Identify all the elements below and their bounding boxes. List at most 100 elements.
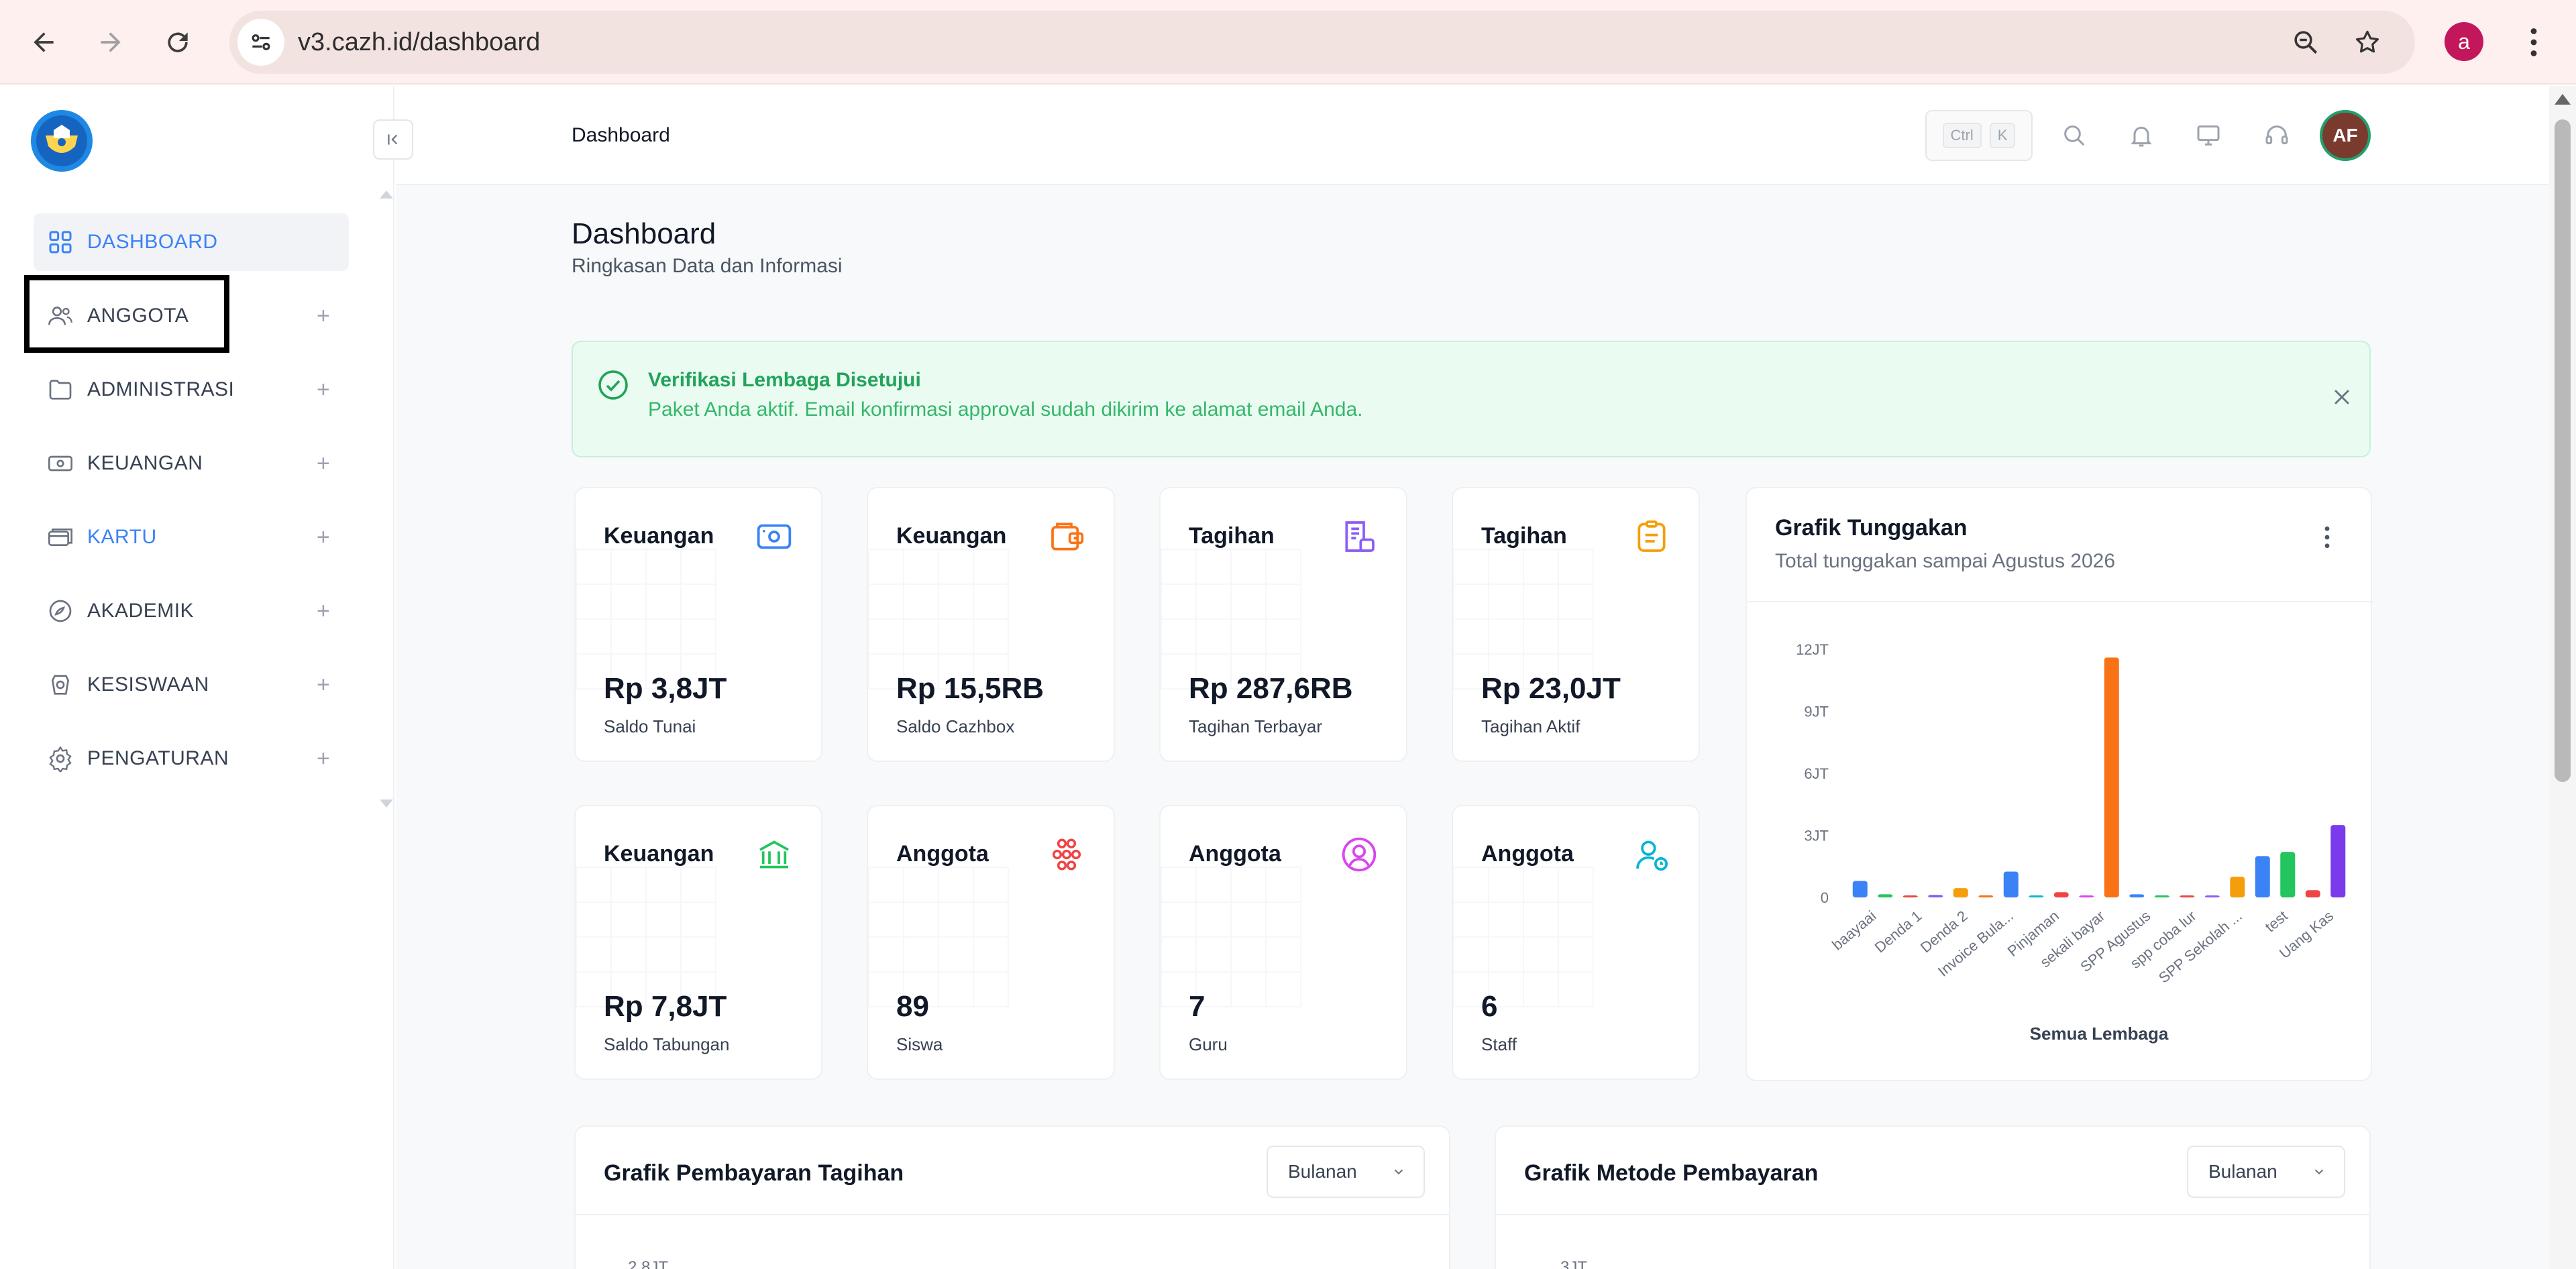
- purse-icon: [1046, 516, 1087, 557]
- sidebar-collapse-button[interactable]: [373, 119, 413, 160]
- sidebar-item-kesiswaan[interactable]: KESISWAAN +: [34, 656, 349, 714]
- alert-title: Verifikasi Lembaga Disetujui: [648, 369, 921, 391]
- alert-close-button[interactable]: [2330, 385, 2353, 415]
- reload-button[interactable]: [156, 20, 200, 64]
- chart-bar[interactable]: [2180, 895, 2195, 897]
- chart-bar[interactable]: [2280, 852, 2296, 897]
- stat-card-saldo-tunai[interactable]: Keuangan Rp 3,8JT Saldo Tunai: [574, 487, 822, 762]
- headset-icon: [2265, 125, 2288, 145]
- bell-icon: [2131, 126, 2152, 147]
- expand-plus-icon[interactable]: +: [317, 656, 330, 714]
- zoom-button[interactable]: [2282, 19, 2329, 66]
- chart-subtitle: Total tunggakan sampai Agustus 2026: [1775, 550, 2116, 572]
- card-value: 89: [896, 990, 929, 1023]
- notifications-button[interactable]: [2121, 115, 2161, 156]
- monitor-icon: [2197, 125, 2220, 146]
- alert-message: Paket Anda aktif. Email konfirmasi appro…: [648, 398, 1363, 421]
- card-title: Tagihan: [1481, 523, 1567, 549]
- chart-bar[interactable]: [2003, 871, 2019, 897]
- expand-plus-icon[interactable]: +: [317, 730, 330, 787]
- chart-bar[interactable]: [1852, 881, 1868, 897]
- stat-card-guru[interactable]: Anggota 7 Guru: [1159, 805, 1407, 1080]
- x-tick-label: Denda 1: [1872, 907, 1925, 956]
- sidebar-item-administrasi[interactable]: ADMINISTRASI +: [34, 361, 349, 419]
- search-button[interactable]: [2054, 115, 2094, 156]
- stat-card-tagihan-aktif[interactable]: Tagihan Rp 23,0JT Tagihan Aktif: [1452, 487, 1700, 762]
- card-title: Tagihan: [1189, 523, 1275, 549]
- zoom-out-icon: [2294, 31, 2318, 54]
- profile-button[interactable]: a: [2445, 22, 2483, 61]
- stat-card-siswa[interactable]: Anggota 89 Siswa: [867, 805, 1115, 1080]
- site-settings-button[interactable]: [237, 19, 284, 66]
- sidebar: DASHBOARD ANGGOTA + ADMINISTRASI + KEUAN…: [0, 86, 394, 1269]
- url-text[interactable]: v3.cazh.id/dashboard: [298, 11, 540, 74]
- stat-card-staff[interactable]: Anggota 6 Staff: [1452, 805, 1700, 1080]
- sidebar-item-akademik[interactable]: AKADEMIK +: [34, 582, 349, 640]
- chart-bar[interactable]: [2255, 856, 2270, 897]
- scroll-up-icon[interactable]: [2555, 94, 2571, 105]
- card-title: Grafik Pembayaran Tagihan: [604, 1160, 904, 1186]
- chart-bar[interactable]: [2129, 894, 2145, 897]
- expand-plus-icon[interactable]: +: [317, 582, 330, 640]
- chart-bar[interactable]: [1928, 895, 1943, 897]
- command-search-shortcut[interactable]: Ctrl K: [1925, 110, 2033, 161]
- period-select[interactable]: Bulanan: [1267, 1146, 1425, 1198]
- support-button[interactable]: [2257, 115, 2297, 156]
- forward-button[interactable]: [89, 20, 133, 64]
- expand-plus-icon[interactable]: +: [317, 508, 330, 566]
- card-pattern: [1161, 867, 1301, 1007]
- app-logo[interactable]: [31, 110, 93, 172]
- sidebar-item-pengaturan[interactable]: PENGATURAN +: [34, 730, 349, 787]
- card-label: Saldo Tunai: [604, 716, 696, 736]
- expand-plus-icon[interactable]: +: [317, 287, 330, 345]
- card-pattern: [868, 549, 1009, 689]
- tunggakan-chart-card: Grafik Tunggakan Total tunggakan sampai …: [1746, 487, 2373, 1081]
- stat-card-tagihan-terbayar[interactable]: Tagihan Rp 287,6RB Tagihan Terbayar: [1159, 487, 1407, 762]
- sidebar-scroll-down-icon[interactable]: [380, 799, 393, 808]
- chart-menu-button[interactable]: [2324, 526, 2330, 555]
- chart-bar[interactable]: [2230, 877, 2245, 897]
- academic-icon: [46, 596, 75, 626]
- chart-bar[interactable]: [2104, 657, 2119, 897]
- bookmark-button[interactable]: [2344, 19, 2391, 66]
- back-button[interactable]: [21, 20, 66, 64]
- address-bar[interactable]: v3.cazh.id/dashboard: [229, 11, 2415, 74]
- chart-bar[interactable]: [1953, 888, 1968, 897]
- card-divider: [576, 1214, 1449, 1215]
- user-avatar[interactable]: AF: [2320, 110, 2371, 161]
- stat-card-saldo-cazhbox[interactable]: Keuangan Rp 15,5RB Saldo Cazhbox: [867, 487, 1115, 762]
- sidebar-item-label: AKADEMIK: [87, 600, 195, 622]
- period-select[interactable]: Bulanan: [2187, 1146, 2345, 1198]
- page-scrollbar[interactable]: [2549, 86, 2576, 1269]
- sidebar-item-dashboard[interactable]: DASHBOARD: [34, 213, 349, 271]
- sidebar-item-keuangan[interactable]: KEUANGAN +: [34, 435, 349, 492]
- chart-bar[interactable]: [1978, 895, 1994, 897]
- card-label: Saldo Tabungan: [604, 1034, 730, 1054]
- chart-bar[interactable]: [2305, 890, 2320, 897]
- top-header: Dashboard Ctrl K AF: [396, 86, 2549, 185]
- display-button[interactable]: [2188, 115, 2229, 156]
- card-divider: [1496, 1214, 2369, 1215]
- chart-bar[interactable]: [2154, 895, 2169, 897]
- chart-bar[interactable]: [2330, 825, 2346, 897]
- chart-bar[interactable]: [2053, 892, 2069, 897]
- kbd-k: K: [1989, 123, 2016, 148]
- stat-card-saldo-tabungan[interactable]: Keuangan Rp 7,8JT Saldo Tabungan: [574, 805, 822, 1080]
- x-tick-label: SPP Sekolah ...: [2155, 907, 2245, 987]
- reload-icon: [168, 32, 188, 52]
- browser-toolbar: v3.cazh.id/dashboard a: [0, 0, 2576, 85]
- chart-bar[interactable]: [1902, 895, 1918, 897]
- sidebar-scroll-up-icon[interactable]: [380, 190, 393, 199]
- scroll-thumb[interactable]: [2555, 119, 2571, 782]
- card-pattern: [576, 867, 716, 1007]
- chart-bar[interactable]: [2079, 895, 2094, 897]
- y-tick-label: 6JT: [1804, 765, 1829, 782]
- chart-bar[interactable]: [2204, 895, 2220, 897]
- browser-menu-button[interactable]: [2512, 20, 2556, 64]
- expand-plus-icon[interactable]: +: [317, 435, 330, 492]
- chart-bar[interactable]: [2029, 895, 2044, 897]
- sidebar-item-kartu[interactable]: KARTU +: [34, 508, 349, 566]
- expand-plus-icon[interactable]: +: [317, 361, 330, 419]
- y-tick-label: 2.8JT: [628, 1258, 669, 1269]
- chart-bar[interactable]: [1878, 894, 1893, 897]
